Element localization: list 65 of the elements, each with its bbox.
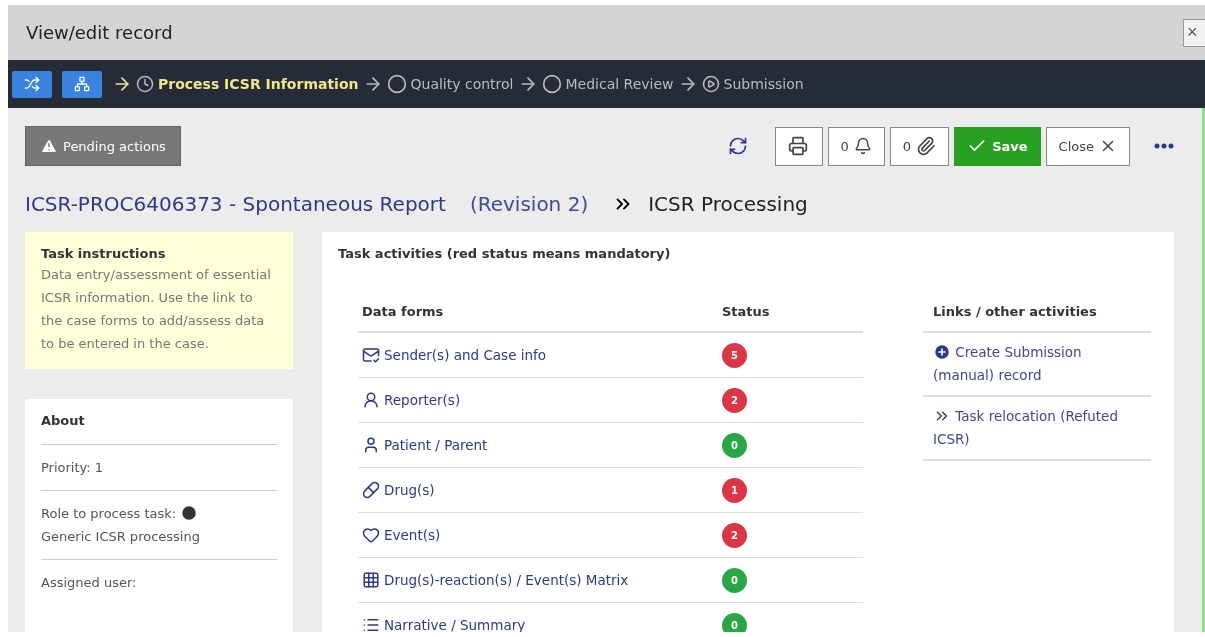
- about-text: Priority: 1: [41, 460, 104, 475]
- activity-link[interactable]: Task relocation (Refuted ICSR): [933, 405, 1141, 451]
- pending-actions-button[interactable]: Pending actions: [25, 126, 181, 166]
- print-button[interactable]: [774, 126, 823, 166]
- form-link[interactable]: Sender(s) and Case info: [362, 346, 722, 364]
- status-badge: 0: [722, 612, 747, 632]
- status-badge: 2: [722, 522, 747, 548]
- plus-circle-icon: [933, 343, 951, 361]
- role-label: Role to process task:: [41, 506, 177, 521]
- close-button[interactable]: ×: [1183, 18, 1205, 47]
- status-badge: 0: [722, 567, 747, 593]
- person-icon: [362, 436, 380, 454]
- more-icon: [1154, 143, 1174, 149]
- hierarchy-icon: [74, 76, 90, 92]
- grid-icon: [362, 571, 380, 589]
- refresh-icon: [727, 136, 748, 156]
- form-link[interactable]: Reporter(s): [362, 391, 722, 409]
- process-label: ICSR Processing: [648, 192, 808, 216]
- bell-icon: [853, 137, 872, 155]
- refresh-button[interactable]: [727, 136, 748, 156]
- card-title: Task activities (red status means mandatory): [338, 246, 672, 261]
- list-icon: [362, 616, 380, 632]
- form-link[interactable]: Drug(s)-reaction(s) / Event(s) Matrix: [362, 571, 722, 589]
- play-icon: [701, 75, 720, 93]
- shuffle-button[interactable]: [12, 70, 52, 98]
- form-link[interactable]: Event(s): [362, 526, 722, 544]
- attachments-button[interactable]: 0: [889, 126, 950, 166]
- shuffle-icon: [24, 76, 40, 92]
- card-title: About: [41, 413, 86, 428]
- record-title: ICSR-PROC6406373 - Spontaneous Report: [25, 192, 446, 216]
- revision-label: (Revision 2): [469, 192, 589, 216]
- form-link[interactable]: Narrative / Summary: [362, 616, 722, 632]
- workflow-step: Process ICSR Information: [158, 76, 359, 92]
- status-badge: 1: [722, 477, 747, 503]
- form-link[interactable]: Patient / Parent: [362, 436, 722, 454]
- column-header: Data forms: [362, 303, 445, 319]
- alerts-button[interactable]: 0: [827, 126, 885, 166]
- clock-icon: [136, 75, 154, 93]
- paperclip-icon: [916, 136, 937, 156]
- workflow-step: Medical Review: [565, 76, 674, 92]
- printer-icon: [787, 136, 808, 156]
- circle-icon: [386, 74, 407, 94]
- more-button[interactable]: [1154, 143, 1174, 149]
- status-badge: 2: [722, 387, 747, 413]
- circle-icon: [541, 74, 562, 94]
- role-value: Generic ICSR processing: [41, 529, 200, 544]
- workflow-step: Submission: [723, 76, 804, 92]
- activity-link[interactable]: Create Submission (manual) record: [933, 341, 1141, 387]
- about-text: Assigned user:: [41, 575, 137, 590]
- close-button[interactable]: Close: [1045, 126, 1130, 166]
- window-title: View/edit record: [26, 22, 173, 43]
- heart-icon: [362, 526, 380, 544]
- column-header: Links / other activities: [933, 303, 1097, 319]
- form-link[interactable]: Drug(s): [362, 481, 722, 499]
- workflow-step: Quality control: [410, 76, 514, 92]
- capsule-icon: [362, 481, 380, 499]
- person-icon: [362, 391, 380, 409]
- column-header: Status: [722, 303, 771, 319]
- card-title: Task instructions: [41, 246, 167, 261]
- hierarchy-button[interactable]: [62, 70, 102, 98]
- warning-icon: [40, 137, 58, 155]
- instructions-text: Data entry/assessment of essential ICSR information. Use the link to the case forms to add/assess data to be entered in the case.: [41, 266, 272, 353]
- status-badge: 0: [722, 432, 747, 458]
- envelope-icon: [362, 346, 380, 364]
- status-badge: 5: [722, 342, 747, 368]
